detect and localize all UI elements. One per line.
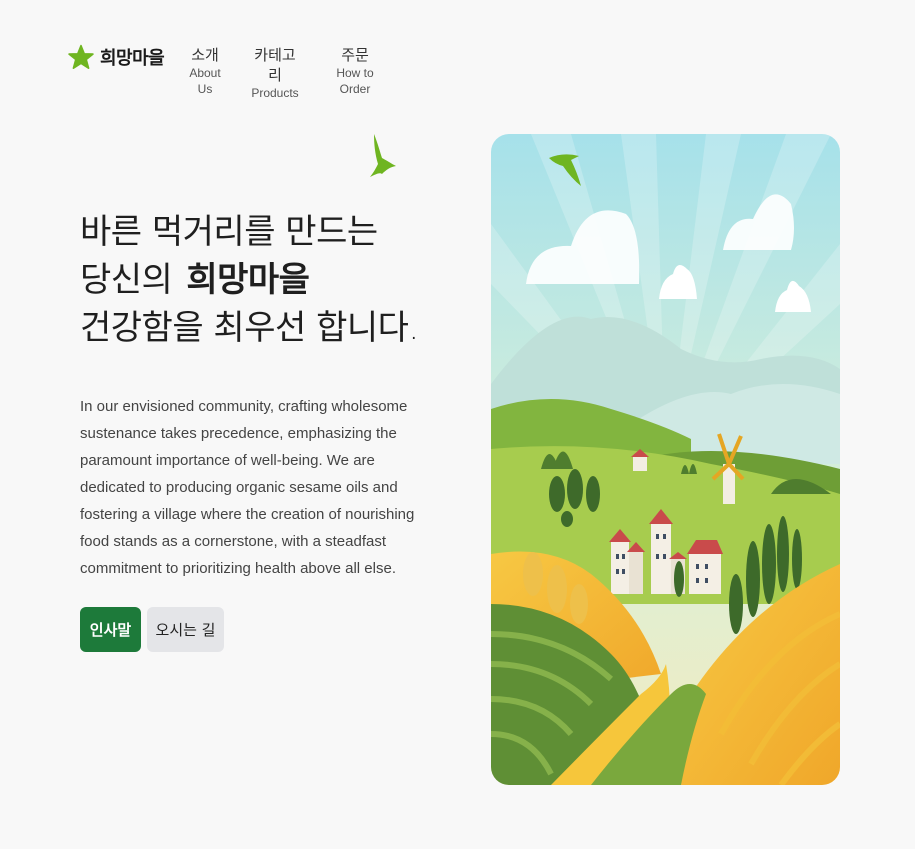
hero-description: In our envisioned community, crafting wh…: [80, 398, 415, 577]
nav-label-en: About Us: [189, 66, 221, 96]
headline-line-3: 건강함을 최우선 합니다.: [80, 308, 419, 348]
village-landscape-illustration: [491, 134, 840, 785]
nav-label-en: How to Order: [336, 66, 374, 96]
logo[interactable]: 희망마을: [68, 42, 165, 72]
nav-item-products[interactable]: 카테고리 Products: [250, 45, 300, 101]
headline-prefix: 당신의: [80, 260, 173, 300]
nav-item-how-to-order[interactable]: 주문 How to Order: [324, 45, 386, 101]
brand-name: 희망마을: [100, 48, 165, 69]
nav-label-ko: 소개: [191, 46, 219, 64]
hero-headline: 바른 먹거리를 만드는 당신의 희망마을 건강함을 최우선 합니다.: [80, 208, 419, 352]
headline-line-2: 당신의 희망마을: [80, 256, 419, 304]
headline-line-1: 바른 먹거리를 만드는: [80, 212, 378, 252]
nav-label-ko: 카테고리: [254, 46, 296, 84]
nav-label-en: Products: [251, 86, 299, 100]
headline-brand: 희망마을: [186, 260, 310, 300]
nav-label-ko: 주문: [341, 46, 369, 64]
directions-button[interactable]: 오시는 길: [147, 607, 224, 652]
nav-item-about[interactable]: 소개 About Us: [184, 45, 226, 101]
star-icon: [68, 44, 94, 69]
main-nav: 소개 About Us 카테고리 Products 주문 How to Orde…: [184, 45, 386, 101]
bird-icon: [370, 134, 396, 177]
greeting-button[interactable]: 인사말: [80, 607, 141, 652]
